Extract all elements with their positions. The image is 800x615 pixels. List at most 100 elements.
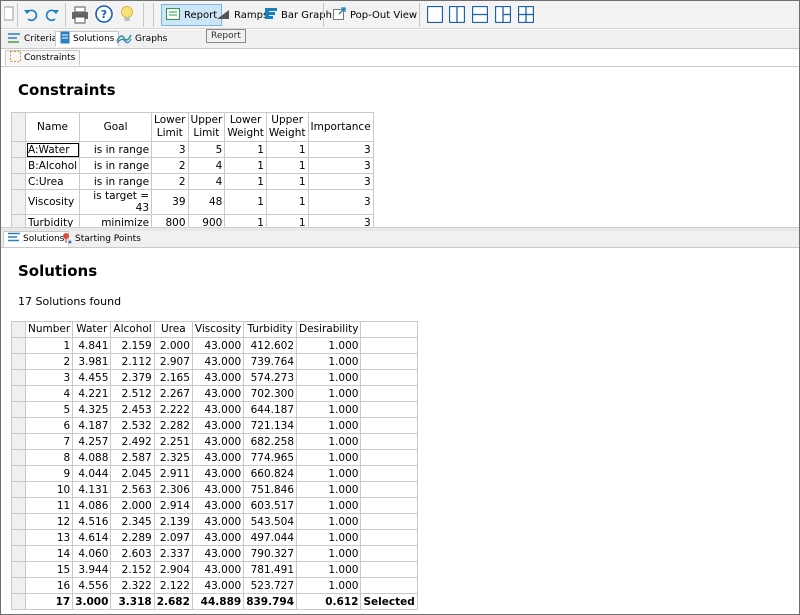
solution-row[interactable]: 7 4.257 2.492 2.251 43.000 682.258 1.000 <box>11 433 418 450</box>
solution-turbidity-cell[interactable]: 660.824 <box>243 465 298 482</box>
solution-turbidity-cell[interactable]: 751.846 <box>243 481 298 498</box>
solution-viscosity-cell[interactable]: 43.000 <box>191 497 245 514</box>
row-gutter[interactable] <box>11 465 26 482</box>
constraint-lower-limit-cell[interactable]: 39 <box>151 189 189 215</box>
solution-water-cell[interactable]: 3.000 <box>72 593 112 610</box>
solution-row[interactable]: 15 3.944 2.152 2.904 43.000 781.491 1.000 <box>11 561 418 578</box>
row-gutter[interactable] <box>11 173 26 190</box>
solution-water-cell[interactable]: 4.088 <box>72 449 112 466</box>
solution-urea-cell[interactable]: 2.097 <box>153 529 193 546</box>
constraint-lower-weight-cell[interactable]: 1 <box>224 157 267 174</box>
solution-desirability-cell[interactable]: 1.000 <box>296 513 362 530</box>
constraint-row[interactable]: B:Alcohol is in range 2 4 1 1 3 <box>11 157 374 174</box>
solution-row[interactable]: 1 4.841 2.159 2.000 43.000 412.602 1.000 <box>11 337 418 354</box>
constraint-goal-cell[interactable]: is target = 43 <box>79 189 153 215</box>
solution-viscosity-cell[interactable]: 43.000 <box>191 433 245 450</box>
solution-desirability-cell[interactable]: 0.612 <box>296 593 362 610</box>
solution-desirability-cell[interactable]: 1.000 <box>296 369 362 386</box>
solution-viscosity-cell[interactable]: 43.000 <box>191 353 245 370</box>
row-gutter[interactable] <box>11 561 26 578</box>
solution-viscosity-cell[interactable]: 43.000 <box>191 481 245 498</box>
row-gutter[interactable] <box>11 593 26 610</box>
solution-water-cell[interactable]: 4.556 <box>72 577 112 594</box>
row-gutter[interactable] <box>11 497 26 514</box>
constraint-importance-cell[interactable]: 3 <box>307 141 374 158</box>
solution-row[interactable]: 6 4.187 2.532 2.282 43.000 721.134 1.000 <box>11 417 418 434</box>
solution-number-cell[interactable]: 3 <box>24 369 74 386</box>
solution-viscosity-cell[interactable]: 43.000 <box>191 369 245 386</box>
solution-desirability-cell[interactable]: 1.000 <box>296 465 362 482</box>
solution-alcohol-cell[interactable]: 2.152 <box>110 561 155 578</box>
solution-status-cell[interactable] <box>360 353 418 370</box>
solution-water-cell[interactable]: 4.841 <box>72 337 112 354</box>
constraint-name-cell[interactable]: B:Alcohol <box>24 157 81 174</box>
bar-graph-button[interactable]: Bar Graph <box>261 4 336 26</box>
solution-desirability-cell[interactable]: 1.000 <box>296 497 362 514</box>
solution-urea-cell[interactable]: 2.122 <box>153 577 193 594</box>
solution-turbidity-cell[interactable]: 603.517 <box>243 497 298 514</box>
solution-status-cell[interactable] <box>360 401 418 418</box>
solution-viscosity-cell[interactable]: 43.000 <box>191 513 245 530</box>
solution-row[interactable]: 13 4.614 2.289 2.097 43.000 497.044 1.000 <box>11 529 418 546</box>
solution-desirability-cell[interactable]: 1.000 <box>296 561 362 578</box>
constraint-name-cell[interactable]: Viscosity <box>24 189 81 215</box>
solution-turbidity-cell[interactable]: 702.300 <box>243 385 298 402</box>
solution-viscosity-cell[interactable]: 43.000 <box>191 561 245 578</box>
solution-urea-cell[interactable]: 2.306 <box>153 481 193 498</box>
solution-viscosity-cell[interactable]: 43.000 <box>191 385 245 402</box>
constraint-lower-limit-cell[interactable]: 2 <box>151 157 189 174</box>
solution-status-cell[interactable] <box>360 449 418 466</box>
row-gutter[interactable] <box>11 369 26 386</box>
row-gutter[interactable] <box>11 189 26 215</box>
solution-number-cell[interactable]: 11 <box>24 497 74 514</box>
solution-viscosity-cell[interactable]: 43.000 <box>191 337 245 354</box>
lightbulb-icon[interactable] <box>119 5 135 27</box>
constraint-upper-limit-cell[interactable]: 4 <box>187 173 226 190</box>
row-gutter[interactable] <box>11 481 26 498</box>
constraint-lower-weight-cell[interactable]: 1 <box>224 141 267 158</box>
solution-alcohol-cell[interactable]: 2.345 <box>110 513 155 530</box>
solution-desirability-cell[interactable]: 1.000 <box>296 577 362 594</box>
solution-row[interactable]: 5 4.325 2.453 2.222 43.000 644.187 1.000 <box>11 401 418 418</box>
solution-status-cell[interactable] <box>360 433 418 450</box>
layout-quad-icon[interactable] <box>517 5 535 26</box>
solution-urea-cell[interactable]: 2.914 <box>153 497 193 514</box>
constraint-upper-limit-cell[interactable]: 48 <box>187 189 226 215</box>
solution-row[interactable]: 11 4.086 2.000 2.914 43.000 603.517 1.000 <box>11 497 418 514</box>
solution-status-cell[interactable] <box>360 481 418 498</box>
constraint-lower-limit-cell[interactable]: 2 <box>151 173 189 190</box>
solution-alcohol-cell[interactable]: 2.000 <box>110 497 155 514</box>
solution-water-cell[interactable]: 4.257 <box>72 433 112 450</box>
constraint-lower-weight-cell[interactable]: 1 <box>224 173 267 190</box>
row-gutter[interactable] <box>11 353 26 370</box>
solution-water-cell[interactable]: 4.060 <box>72 545 112 562</box>
solution-turbidity-cell[interactable]: 523.727 <box>243 577 298 594</box>
solution-status-cell[interactable] <box>360 369 418 386</box>
solution-urea-cell[interactable]: 2.251 <box>153 433 193 450</box>
solution-turbidity-cell[interactable]: 412.602 <box>243 337 298 354</box>
solution-turbidity-cell[interactable]: 543.504 <box>243 513 298 530</box>
solution-status-cell[interactable] <box>360 513 418 530</box>
solution-viscosity-cell[interactable]: 43.000 <box>191 577 245 594</box>
solution-alcohol-cell[interactable]: 2.453 <box>110 401 155 418</box>
solution-viscosity-cell[interactable]: 43.000 <box>191 529 245 546</box>
solution-number-cell[interactable]: 4 <box>24 385 74 402</box>
solution-desirability-cell[interactable]: 1.000 <box>296 481 362 498</box>
solution-urea-cell[interactable]: 2.682 <box>153 593 193 610</box>
solution-alcohol-cell[interactable]: 2.563 <box>110 481 155 498</box>
layout-split-horizontal-icon[interactable] <box>471 5 489 26</box>
constraint-row[interactable]: C:Urea is in range 2 4 1 1 3 <box>11 173 374 190</box>
solution-alcohol-cell[interactable]: 2.603 <box>110 545 155 562</box>
solution-turbidity-cell[interactable]: 574.273 <box>243 369 298 386</box>
solution-alcohol-cell[interactable]: 2.532 <box>110 417 155 434</box>
tab-graphs[interactable]: Graphs <box>112 31 171 47</box>
solution-water-cell[interactable]: 4.516 <box>72 513 112 530</box>
solution-viscosity-cell[interactable]: 43.000 <box>191 449 245 466</box>
solution-status-cell[interactable] <box>360 417 418 434</box>
solution-row[interactable]: 16 4.556 2.322 2.122 43.000 523.727 1.000 <box>11 577 418 594</box>
solution-number-cell[interactable]: 16 <box>24 577 74 594</box>
layout-split-vertical-icon[interactable] <box>448 5 466 26</box>
solution-number-cell[interactable]: 10 <box>24 481 74 498</box>
row-gutter[interactable] <box>11 449 26 466</box>
solution-number-cell[interactable]: 15 <box>24 561 74 578</box>
